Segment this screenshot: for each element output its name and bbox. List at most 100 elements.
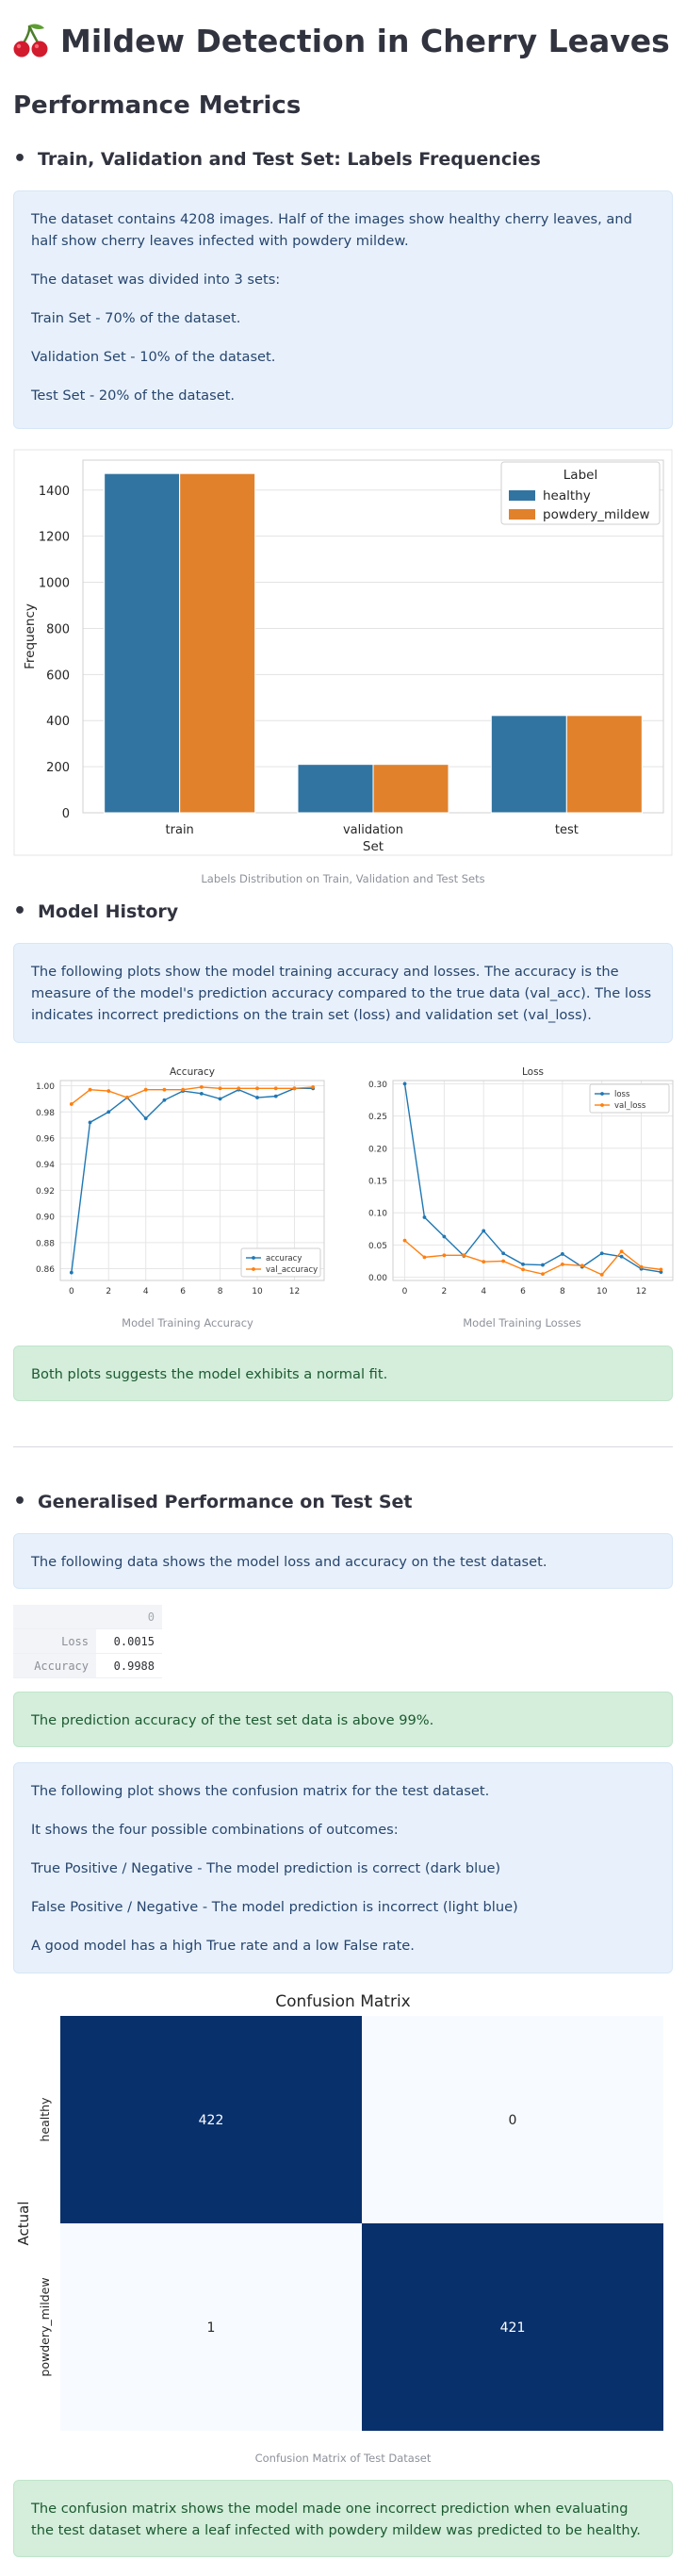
y-tick-label: 1200 bbox=[39, 531, 70, 545]
point-val_loss bbox=[462, 1253, 466, 1258]
legend-marker bbox=[600, 1092, 604, 1096]
point-val_loss bbox=[402, 1238, 407, 1243]
test-metrics-table: 0 Loss 0.0015 Accuracy 0.9988 bbox=[13, 1605, 162, 1678]
x-tick-label: 8 bbox=[218, 1287, 223, 1296]
loss-chart: 0.00 0.05 0.10 0.15 0.20 0.25 0.30 0 2 4 6 8 10 12 Los… bbox=[368, 1066, 674, 1296]
y-axis-label: Frequency bbox=[23, 603, 38, 669]
bar-healthy bbox=[104, 472, 181, 814]
point-val_loss bbox=[599, 1272, 604, 1277]
labels-distribution-chart: 0 200 400 600 800 1000 1200 1400 train validation… bbox=[13, 449, 673, 856]
section-heading-text: Train, Validation and Test Set: Labels F… bbox=[38, 149, 541, 170]
point-accuracy bbox=[255, 1096, 259, 1099]
y-tick-label: 1000 bbox=[39, 577, 70, 591]
point-accuracy bbox=[199, 1091, 204, 1096]
point-loss bbox=[521, 1263, 525, 1266]
bar-powdery_mildew bbox=[565, 715, 643, 814]
point-loss bbox=[560, 1252, 564, 1256]
point-val_accuracy bbox=[143, 1087, 148, 1092]
x-tick-label: train bbox=[166, 823, 194, 837]
point-val_loss bbox=[639, 1264, 644, 1269]
info-text: True Positive / Negative - The model pre… bbox=[31, 1860, 501, 1876]
y-tick-label: 0.30 bbox=[368, 1081, 387, 1090]
y-tick-label: 1.00 bbox=[36, 1082, 55, 1092]
fit-success-box: Both plots suggests the model exhibits a… bbox=[13, 1346, 673, 1401]
y-tick-label: 0.00 bbox=[368, 1274, 387, 1283]
y-tick-label: 0.20 bbox=[368, 1145, 387, 1154]
point-val_accuracy bbox=[181, 1087, 186, 1092]
x-tick-label: 10 bbox=[252, 1287, 263, 1296]
history-info-box: The following plots show the model train… bbox=[13, 943, 673, 1043]
point-val_accuracy bbox=[88, 1087, 92, 1092]
table-column-header: 0 bbox=[96, 1605, 162, 1629]
point-loss bbox=[541, 1263, 545, 1267]
point-accuracy bbox=[218, 1097, 222, 1101]
line-accuracy bbox=[71, 1087, 314, 1273]
bar-healthy bbox=[490, 715, 567, 814]
accuracy-chart-caption: Model Training Accuracy bbox=[122, 1316, 253, 1329]
table-header-row: 0 bbox=[13, 1605, 162, 1629]
x-tick-label: 10 bbox=[596, 1287, 608, 1296]
x-tick-label: 12 bbox=[289, 1287, 300, 1296]
row-label: Accuracy bbox=[13, 1653, 96, 1678]
bullet-icon: • bbox=[13, 147, 27, 171]
section-heading-text: Generalised Performance on Test Set bbox=[38, 1492, 413, 1512]
y-tick-label: 0.15 bbox=[368, 1178, 387, 1187]
y-tick-label: 0.94 bbox=[36, 1161, 55, 1170]
legend-label: val_loss bbox=[614, 1101, 646, 1111]
y-tick-label: 600 bbox=[46, 669, 70, 683]
row-value: 0.0015 bbox=[96, 1628, 162, 1654]
bullet-icon: • bbox=[13, 1490, 27, 1513]
x-tick-label: 6 bbox=[520, 1287, 526, 1296]
y-tick-label: 0.10 bbox=[368, 1210, 387, 1219]
point-val_accuracy bbox=[255, 1086, 259, 1091]
y-tick-label: 400 bbox=[46, 715, 70, 729]
y-tick-label: 1400 bbox=[39, 485, 70, 499]
table-index-header bbox=[13, 1605, 96, 1629]
point-loss bbox=[482, 1229, 486, 1233]
confusion-success-box: The confusion matrix shows the model mad… bbox=[13, 2480, 673, 2557]
x-axis-label: Set bbox=[363, 839, 384, 854]
point-val_loss bbox=[442, 1253, 447, 1258]
section-heading-test: • Generalised Performance on Test Set bbox=[13, 1490, 413, 1513]
performance-heading: Performance Metrics bbox=[13, 91, 302, 120]
accuracy-chart: 0.86 0.88 0.90 0.92 0.94 0.96 0.98 1.00 0 2 4 6 8 10 1… bbox=[36, 1066, 325, 1296]
point-loss bbox=[442, 1234, 447, 1239]
y-tick-label: 0.96 bbox=[36, 1134, 55, 1144]
bar-powdery_mildew bbox=[372, 764, 449, 814]
point-accuracy bbox=[273, 1094, 278, 1098]
info-text: Test Set - 20% of the dataset. bbox=[31, 388, 236, 404]
x-tick-label: 12 bbox=[636, 1287, 646, 1296]
point-val_accuracy bbox=[218, 1086, 222, 1091]
point-loss bbox=[501, 1251, 506, 1256]
row-label: Loss bbox=[13, 1628, 96, 1654]
legend-swatch bbox=[509, 490, 535, 501]
point-val_loss bbox=[422, 1255, 427, 1260]
cell-value: 422 bbox=[199, 2113, 224, 2128]
info-text: The following plots show the model train… bbox=[31, 964, 652, 1023]
legend-swatch bbox=[509, 509, 535, 520]
y-tick-label: 800 bbox=[46, 622, 70, 636]
section-heading-history: • Model History bbox=[13, 901, 178, 923]
info-text: The following data shows the model loss … bbox=[31, 1554, 547, 1570]
point-accuracy bbox=[88, 1120, 92, 1125]
test-info-box: The following data shows the model loss … bbox=[13, 1533, 673, 1589]
y-tick-label: powdery_mildew bbox=[38, 2277, 52, 2376]
point-val_loss bbox=[501, 1259, 506, 1263]
point-val_accuracy bbox=[69, 1102, 74, 1106]
chart-title: Accuracy bbox=[170, 1066, 215, 1078]
confusion-matrix-caption: Confusion Matrix of Test Dataset bbox=[254, 2452, 432, 2465]
chart-title: Loss bbox=[522, 1066, 544, 1078]
point-loss bbox=[422, 1215, 427, 1219]
cherry-icon bbox=[13, 24, 48, 58]
point-loss bbox=[402, 1082, 407, 1086]
info-text: The dataset was divided into 3 sets: bbox=[31, 272, 281, 288]
point-val_loss bbox=[521, 1267, 525, 1272]
x-tick-label: 0 bbox=[69, 1287, 74, 1296]
x-tick-label: 4 bbox=[143, 1287, 149, 1296]
labels-chart-caption: Labels Distribution on Train, Validation… bbox=[201, 872, 485, 885]
y-tick-label: 0.90 bbox=[36, 1214, 55, 1223]
y-tick-label: 0.86 bbox=[36, 1265, 55, 1275]
x-tick-label: 8 bbox=[560, 1287, 565, 1296]
point-val_accuracy bbox=[106, 1089, 111, 1093]
info-text: Validation Set - 10% of the dataset. bbox=[31, 349, 276, 365]
